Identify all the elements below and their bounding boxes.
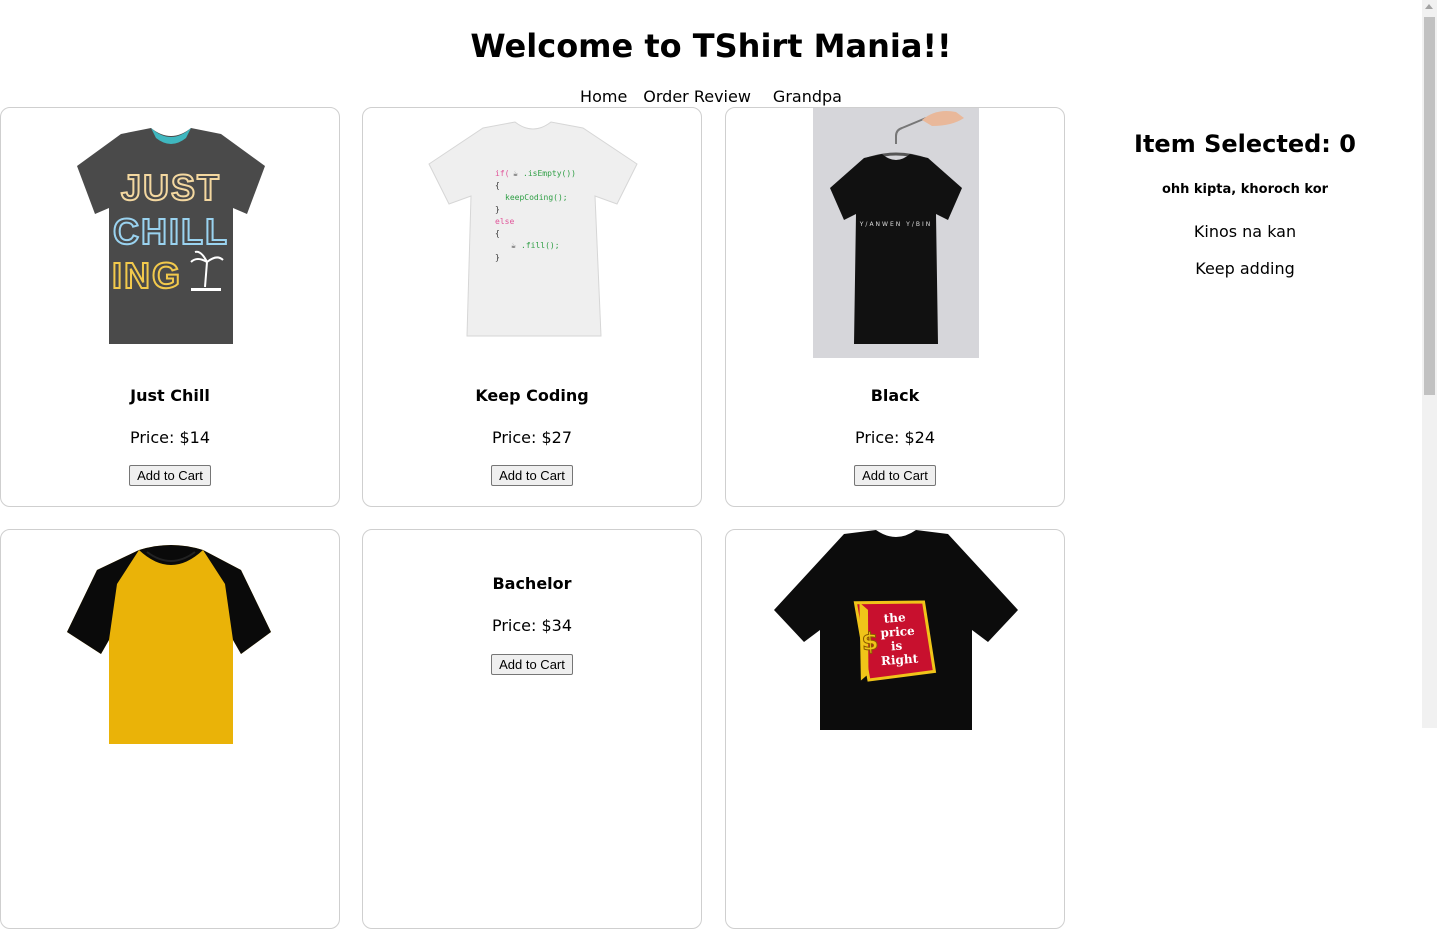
cart-message-3: Keep adding bbox=[1195, 259, 1295, 278]
svg-text:}: } bbox=[495, 253, 500, 262]
product-card-bachelor: Bachelor Price: $34 Add to Cart bbox=[362, 529, 702, 929]
product-price: Price: $27 bbox=[491, 428, 573, 447]
tshirt-image bbox=[1, 544, 339, 744]
cart-message-2: Kinos na kan bbox=[1193, 222, 1297, 241]
svg-text:.isEmpty()): .isEmpty()) bbox=[523, 169, 576, 178]
product-price: Price: $34 bbox=[491, 616, 573, 635]
product-name: Bachelor bbox=[492, 574, 572, 593]
svg-text:}: } bbox=[495, 205, 500, 214]
nav-home-link[interactable]: Home bbox=[580, 87, 627, 106]
product-price: Price: $14 bbox=[129, 428, 211, 447]
add-to-cart-button[interactable]: Add to Cart bbox=[129, 465, 211, 486]
tshirt-image: JUST CHILL ING bbox=[1, 122, 339, 352]
item-selected-count: Item Selected: 0 bbox=[1134, 130, 1356, 158]
cart-message-1: ohh kipta, khoroch kor bbox=[1161, 182, 1329, 197]
scrollbar-thumb[interactable] bbox=[1424, 17, 1435, 395]
product-card-yellow bbox=[0, 529, 340, 929]
tshirt-image: the price is Right $ bbox=[726, 530, 1064, 730]
scroll-up-arrow-icon[interactable] bbox=[1425, 4, 1433, 9]
product-name: Just Chill bbox=[130, 386, 210, 405]
page-title: Welcome to TShirt Mania!! bbox=[470, 27, 952, 65]
tshirt-image: Y/ANWEN Y/BIN bbox=[726, 108, 1064, 358]
tshirt-image: if( ☕ .isEmpty()) { keepCoding(); } else {… bbox=[363, 118, 701, 348]
product-card-price-is-right: the price is Right $ bbox=[725, 529, 1065, 929]
nav-order-review-link[interactable]: Order Review bbox=[643, 87, 751, 106]
svg-text:else: else bbox=[495, 217, 514, 226]
add-to-cart-button[interactable]: Add to Cart bbox=[491, 465, 573, 486]
svg-text:the: the bbox=[883, 610, 906, 626]
svg-text:if(: if( bbox=[495, 169, 509, 178]
svg-text:☕: ☕ bbox=[511, 241, 516, 250]
product-name: Keep Coding bbox=[475, 386, 589, 405]
svg-text:ING: ING bbox=[112, 255, 182, 296]
svg-text:☕: ☕ bbox=[513, 169, 518, 178]
svg-text:CHILL: CHILL bbox=[113, 211, 229, 252]
product-card-keep-coding: if( ☕ .isEmpty()) { keepCoding(); } else {… bbox=[362, 107, 702, 507]
add-to-cart-button[interactable]: Add to Cart bbox=[854, 465, 936, 486]
nav-grandpa-link[interactable]: Grandpa bbox=[773, 87, 842, 106]
svg-text:Y/ANWEN Y/BIN: Y/ANWEN Y/BIN bbox=[859, 221, 932, 228]
svg-text:{: { bbox=[495, 181, 500, 190]
svg-text:Right: Right bbox=[880, 651, 919, 668]
cart-summary: Item Selected: 0 ohh kipta, khoroch kor … bbox=[1095, 128, 1395, 278]
product-name: Black bbox=[870, 386, 920, 405]
svg-text:{: { bbox=[495, 229, 500, 238]
add-to-cart-button[interactable]: Add to Cart bbox=[491, 654, 573, 675]
svg-text:is: is bbox=[890, 639, 903, 654]
product-card-black: Y/ANWEN Y/BIN Black Price: $24 Add to Ca… bbox=[725, 107, 1065, 507]
product-card-just-chill: JUST CHILL ING Just Chill Price: $14 Add… bbox=[0, 107, 340, 507]
svg-text:keepCoding();: keepCoding(); bbox=[505, 193, 568, 202]
svg-text:.fill();: .fill(); bbox=[521, 241, 560, 250]
svg-text:price: price bbox=[880, 624, 915, 640]
product-price: Price: $24 bbox=[854, 428, 936, 447]
svg-text:$: $ bbox=[861, 627, 880, 656]
svg-text:JUST: JUST bbox=[121, 167, 221, 208]
vertical-scrollbar[interactable] bbox=[1422, 0, 1437, 728]
main-nav: Home Order Review Grandpa bbox=[0, 87, 1422, 107]
